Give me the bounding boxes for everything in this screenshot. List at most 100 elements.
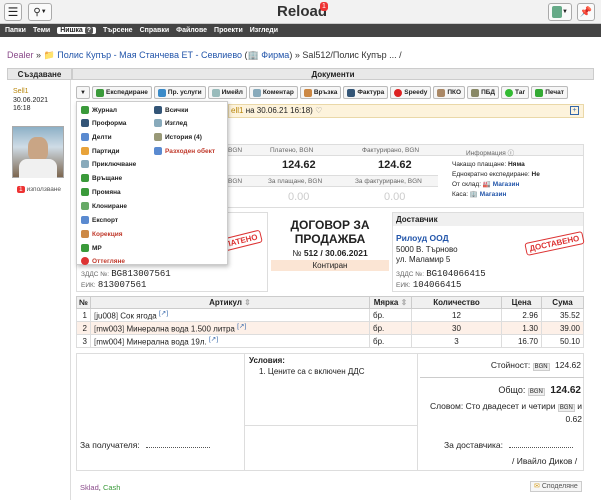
print-label: Печат — [545, 89, 564, 96]
breadcrumb: Dealer » 📁 Полис Купър - Мая Станчева ЕТ… — [7, 50, 402, 60]
email-button[interactable]: Имейл — [207, 86, 247, 99]
nav-folders[interactable]: Папки — [5, 27, 26, 34]
words-text: Сто двадесет и четири — [465, 401, 556, 411]
nav-reports[interactable]: Справки — [140, 27, 170, 34]
col-unit-label: Мярка — [373, 298, 399, 307]
menu-batches[interactable]: Партиди — [81, 147, 119, 155]
menu-close[interactable]: Приключване — [81, 160, 136, 168]
user-menu-button[interactable]: ▼ — [548, 3, 572, 21]
nav-views[interactable]: Изгледи — [250, 27, 278, 34]
menu-proforma[interactable]: Проформа — [81, 119, 126, 127]
supplier-name[interactable]: Рилоуд ООД — [396, 233, 449, 243]
table-row[interactable]: 1 [ju008] Сок ягода [↗] бр. 12 2.96 35.5… — [76, 308, 584, 322]
menu-history[interactable]: История (4) — [154, 133, 202, 141]
services-icon — [157, 88, 166, 97]
conditions-block: Условия: 1. Цените са с включен ДДС — [244, 353, 418, 471]
currency-header-frag: BGN — [228, 147, 243, 154]
nav-files[interactable]: Файлове — [176, 27, 207, 34]
comment-button[interactable]: Коментар — [248, 86, 298, 99]
share-button[interactable]: ✉ Споделяне — [530, 481, 582, 492]
buyer-eik-row: ЕИК: 813007561 — [81, 280, 146, 290]
external-link-icon[interactable]: [↗] — [159, 310, 168, 317]
breadcrumb-dealer[interactable]: Dealer — [7, 50, 34, 60]
notification-badge[interactable]: 1 — [320, 2, 328, 11]
invoice-button[interactable]: Фактура — [343, 86, 389, 99]
words-and: и — [577, 401, 582, 411]
external-link-icon[interactable]: [↗] — [237, 323, 246, 330]
avatar-shirt — [19, 159, 57, 178]
pko-button[interactable]: ПКО — [433, 86, 466, 99]
buyer-eik: 813007561 — [97, 280, 147, 290]
pin-button[interactable]: 📌 — [577, 3, 595, 21]
batches-icon — [81, 147, 89, 155]
shipping-button[interactable]: Експедиране — [92, 86, 152, 99]
toolbar-dropdown-button[interactable]: ▼ — [76, 86, 90, 99]
documents-header: Документи — [72, 68, 594, 80]
menu-button[interactable]: ☰ — [4, 3, 22, 21]
menu-withdraw[interactable]: Оттегляне — [81, 257, 125, 265]
chevron-down-icon[interactable]: ♡ — [315, 106, 322, 115]
share-icon: ✉ — [534, 483, 540, 490]
tag-sklad[interactable]: Sklad — [80, 483, 99, 492]
cashbox-link[interactable]: Магазин — [480, 191, 507, 198]
article-code[interactable]: mw004 — [96, 338, 122, 347]
all-icon — [154, 106, 162, 114]
pbd-button[interactable]: ПБД — [467, 86, 500, 99]
creator-name[interactable]: Sell1 — [13, 88, 29, 95]
menu-export[interactable]: Експорт — [81, 216, 118, 224]
row-article: [mw004] Минерална вода 19л. [↗] — [90, 334, 370, 348]
menu-view[interactable]: Изглед — [154, 119, 187, 127]
status-user[interactable]: ell1 — [231, 106, 243, 115]
pbd-label: ПБД — [481, 89, 496, 96]
external-link-icon[interactable]: [↗] — [209, 336, 218, 343]
expense-icon — [154, 147, 162, 155]
col-article[interactable]: Артикул ⇕ — [90, 296, 370, 309]
services-button[interactable]: Пр. услуги — [153, 86, 206, 99]
article-code[interactable]: ju008 — [96, 312, 116, 321]
speedy-button[interactable]: Speedy — [390, 86, 432, 99]
article-code[interactable]: mw003 — [96, 325, 122, 334]
row-article: [ju008] Сок ягода [↗] — [90, 308, 370, 322]
value-label: Стойност: — [490, 360, 531, 370]
print-button[interactable]: Печат — [531, 86, 568, 99]
avatar-figure — [28, 137, 48, 161]
table-row[interactable]: 2 [mw003] Минерална вода 1.500 литра [↗]… — [76, 321, 584, 335]
link-button[interactable]: Връзка — [299, 86, 342, 99]
col-unit[interactable]: Мярка ⇕ — [369, 296, 412, 309]
to-pay-value: 0.00 — [288, 191, 310, 203]
contract-num-prefix: № — [292, 248, 302, 258]
row-price: 2.96 — [501, 308, 542, 322]
row-unit: бр. — [369, 308, 412, 322]
nav-thread[interactable]: Нишка ? — [57, 27, 97, 34]
menu-correction[interactable]: Корекция — [81, 230, 123, 238]
menu-all[interactable]: Всички — [154, 106, 188, 114]
breadcrumb-sep: » — [36, 50, 42, 60]
view-icon — [154, 119, 162, 127]
tag-button[interactable]: Таг — [501, 86, 530, 99]
breadcrumb-firm[interactable]: Фирма — [261, 50, 289, 60]
menu-clone[interactable]: Клониране — [81, 202, 127, 210]
menu-expense-object[interactable]: Разходен обект — [154, 147, 215, 155]
row-price: 1.30 — [501, 321, 542, 335]
table-row[interactable]: 3 [mw004] Минерална вода 19л. [↗] бр. 3 … — [76, 334, 584, 348]
row-sum: 39.00 — [541, 321, 584, 335]
nav-projects[interactable]: Проекти — [214, 27, 243, 34]
hamburger-icon: ☰ — [7, 5, 19, 19]
search-button[interactable]: ⚲ ▼ — [28, 3, 52, 21]
tag-cash[interactable]: Cash — [103, 483, 121, 492]
menu-return[interactable]: Връщане — [81, 174, 122, 182]
menu-change[interactable]: Промяна — [81, 188, 121, 196]
comment-label: Коментар — [262, 89, 294, 96]
nav-search[interactable]: Търсене — [103, 27, 133, 34]
menu-deltas[interactable]: Делти — [81, 133, 112, 141]
menu-deltas-label: Делти — [92, 133, 112, 141]
breadcrumb-client[interactable]: Полис Купър - Мая Станчева ЕТ - Севлиево — [57, 50, 242, 60]
cashbox-row: Каса: 🏢 Магазин — [452, 190, 540, 200]
menu-mp[interactable]: МР — [81, 244, 102, 252]
warehouse-link[interactable]: Магазин — [493, 181, 520, 188]
nav-topics[interactable]: Теми — [33, 27, 50, 34]
expand-icon[interactable]: + — [570, 106, 579, 115]
menu-journal[interactable]: Журнал — [81, 106, 117, 114]
row-num: 3 — [76, 334, 91, 348]
contract-number: № 512 / 30.06.2021 — [268, 248, 392, 258]
